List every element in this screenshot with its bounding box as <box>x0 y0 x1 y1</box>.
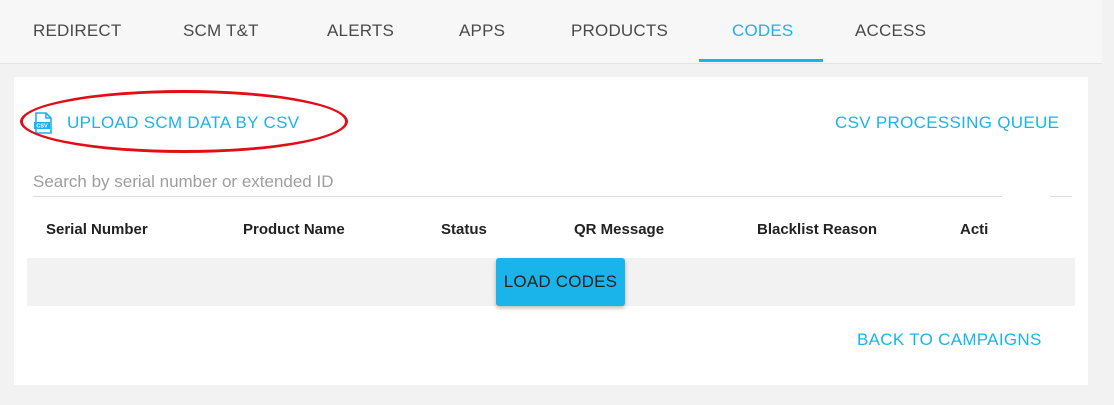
svg-text:CSV: CSV <box>36 124 48 130</box>
tab-bar: REDIRECT SCM T&T ALERTS APPS PRODUCTS CO… <box>0 0 1102 64</box>
upload-csv-button[interactable]: CSV UPLOAD SCM DATA BY CSV <box>33 110 299 136</box>
tab-codes[interactable]: CODES <box>732 0 793 63</box>
search-input[interactable] <box>33 168 1072 197</box>
column-header-product-name: Product Name <box>243 221 345 238</box>
upload-csv-label: UPLOAD SCM DATA BY CSV <box>67 113 300 132</box>
column-header-status: Status <box>441 221 487 238</box>
active-tab-indicator <box>699 59 823 62</box>
csv-file-icon: CSV <box>34 112 52 134</box>
overlay-patch <box>1002 195 1050 261</box>
column-header-blacklist-reason: Blacklist Reason <box>757 221 878 238</box>
tab-alerts[interactable]: ALERTS <box>327 0 394 63</box>
csv-processing-queue-button[interactable]: CSV PROCESSING QUEUE <box>835 113 1059 133</box>
column-header-serial-number: Serial Number <box>46 221 148 238</box>
tab-scm-tt[interactable]: SCM T&T <box>183 0 259 63</box>
tab-apps[interactable]: APPS <box>459 0 505 63</box>
back-to-campaigns-button[interactable]: BACK TO CAMPAIGNS <box>857 330 1042 350</box>
tab-access[interactable]: ACCESS <box>855 0 926 63</box>
tab-products[interactable]: PRODUCTS <box>571 0 668 63</box>
tab-redirect[interactable]: REDIRECT <box>33 0 122 63</box>
load-codes-button[interactable]: LOAD CODES <box>496 258 625 306</box>
column-header-actions: Acti <box>960 221 989 238</box>
column-header-qr-message: QR Message <box>574 221 665 238</box>
